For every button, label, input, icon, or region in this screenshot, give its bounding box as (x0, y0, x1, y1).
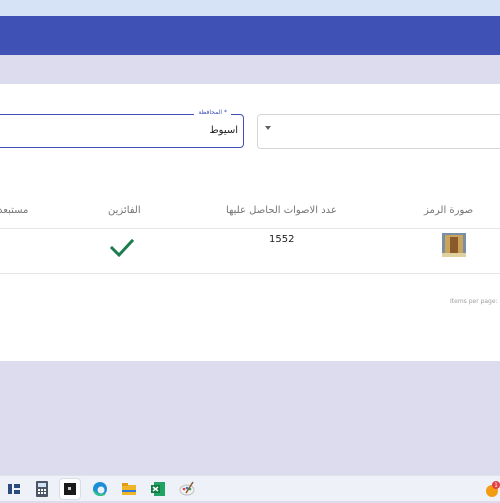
table-row-divider (0, 273, 500, 274)
browser-top-strip (0, 0, 500, 16)
header-votes[interactable]: عدد الاصوات الحاصل عليها (226, 205, 337, 216)
check-icon (110, 238, 134, 258)
calculator-icon[interactable] (32, 479, 52, 499)
symbol-image (442, 233, 466, 257)
governorate-label: المحافظة * (194, 108, 231, 118)
second-select[interactable] (257, 114, 500, 149)
governorate-select[interactable]: المحافظة * اسيوط (0, 108, 244, 148)
header-excluded[interactable]: مستبعد (0, 205, 28, 216)
widgets-icon[interactable] (4, 479, 24, 499)
votes-cell: 1552 (269, 234, 295, 245)
notification-badge: 1 (494, 482, 498, 489)
chevron-down-icon (265, 126, 271, 130)
terminal-icon[interactable] (60, 479, 80, 499)
edge-browser-icon[interactable] (90, 479, 110, 499)
header-symbol-image[interactable]: صورة الرمز (424, 205, 473, 216)
file-explorer-icon[interactable] (119, 479, 139, 499)
taskbar: 1 (0, 475, 500, 501)
app-toolbar (0, 16, 500, 55)
user-avatar-icon[interactable]: 1 (482, 479, 500, 499)
header-divider (0, 228, 500, 229)
items-per-page-label: Items per page: (450, 298, 498, 305)
governorate-value: اسيوط (209, 125, 238, 136)
header-winners[interactable]: الفائزين (108, 205, 141, 216)
paint-icon[interactable] (177, 479, 197, 499)
excel-icon[interactable] (148, 479, 168, 499)
